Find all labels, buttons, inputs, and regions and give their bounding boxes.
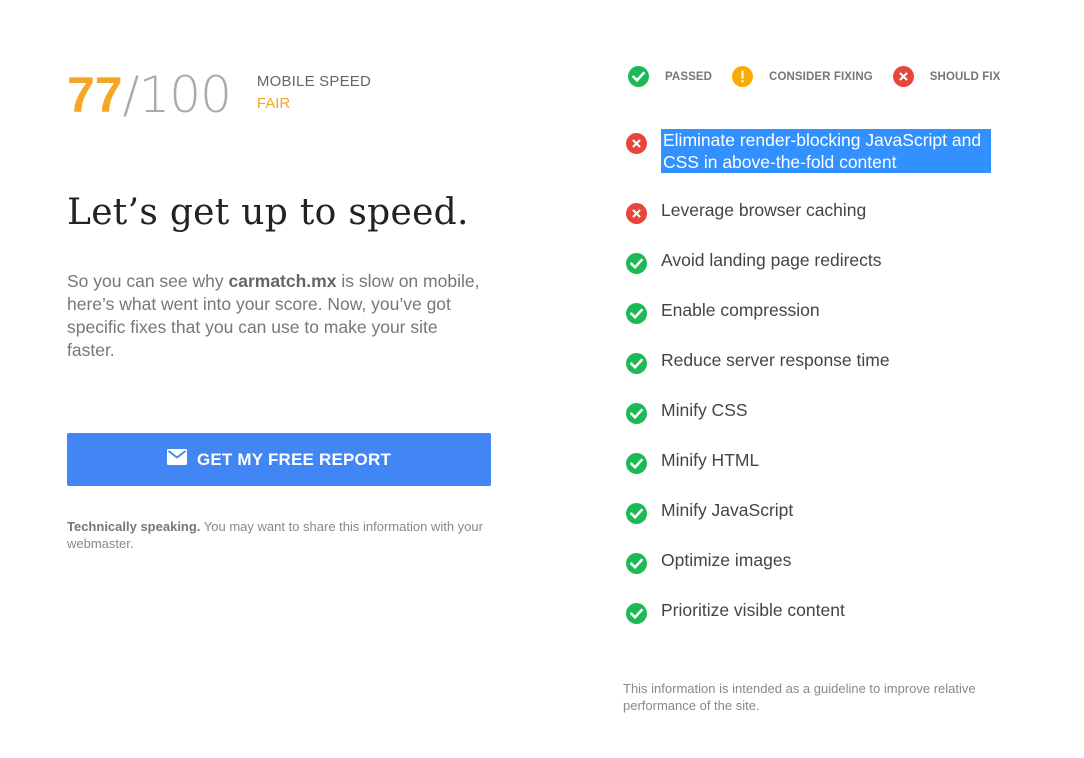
- x-circle-icon: [626, 133, 647, 154]
- check-circle-icon: [626, 303, 647, 324]
- legend-fix: SHOULD FIX: [892, 66, 1001, 87]
- check-circle-icon: [626, 403, 647, 424]
- legend-passed: PASSED: [628, 66, 712, 87]
- score-meta: MOBILE SPEED FAIR: [257, 73, 371, 112]
- check-circle-icon: [626, 503, 647, 524]
- technically-bold: Technically speaking.: [67, 519, 201, 534]
- score-rating: FAIR: [256, 95, 291, 112]
- rule-item[interactable]: Enable compression: [626, 299, 820, 324]
- legend-label: CONSIDER FIXING: [769, 70, 873, 83]
- rule-item[interactable]: Prioritize visible content: [626, 599, 845, 624]
- rule-text: Minify JavaScript: [661, 500, 794, 520]
- check-circle-icon: [626, 353, 647, 374]
- rule-text: Avoid landing page redirects: [661, 250, 882, 270]
- rule-text: Optimize images: [661, 550, 792, 570]
- check-circle-icon: [628, 66, 649, 87]
- page-headline: Let’s get up to speed.: [67, 192, 469, 233]
- legend-consider: CONSIDER FIXING: [732, 66, 873, 87]
- mail-icon: [166, 448, 187, 465]
- intro-pre: So you can see why: [67, 271, 229, 291]
- score-label: MOBILE SPEED: [256, 73, 372, 90]
- get-report-button[interactable]: GET MY FREE REPORT: [67, 433, 491, 486]
- rule-item[interactable]: Reduce server response time: [626, 349, 890, 374]
- rule-item[interactable]: Minify JavaScript: [626, 499, 793, 524]
- get-report-label: GET MY FREE REPORT: [196, 449, 392, 469]
- check-circle-icon: [626, 553, 647, 574]
- rule-text: Leverage browser caching: [661, 200, 867, 220]
- intro-site: carmatch.mx: [228, 271, 337, 291]
- rule-item[interactable]: Optimize images: [626, 549, 791, 574]
- rule-text: Minify HTML: [661, 450, 760, 470]
- x-circle-icon: [626, 203, 647, 224]
- legend-label: SHOULD FIX: [929, 70, 1001, 83]
- rule-item[interactable]: Minify CSS: [626, 399, 748, 424]
- rule-item[interactable]: Eliminate render-blocking JavaScript and…: [626, 129, 991, 173]
- technically-note: Technically speaking. You may want to sh…: [67, 518, 487, 552]
- check-circle-icon: [626, 603, 647, 624]
- rule-item[interactable]: Avoid landing page redirects: [626, 249, 882, 274]
- rule-item[interactable]: Minify HTML: [626, 449, 759, 474]
- score-block: 77 /100 MOBILE SPEED FAIR: [67, 66, 371, 124]
- check-circle-icon: [626, 253, 647, 274]
- status-legend: PASSED CONSIDER FIXING SHOULD FIX: [628, 66, 1020, 87]
- legend-label: PASSED: [665, 70, 713, 83]
- rule-text: Reduce server response time: [661, 350, 890, 370]
- rule-text: Enable compression: [661, 300, 820, 320]
- x-circle-icon: [892, 66, 914, 87]
- footnote: This information is intended as a guidel…: [623, 681, 976, 713]
- exclamation-circle-icon: [732, 66, 754, 87]
- intro-text: So you can see why carmatch.mx is slow o…: [67, 270, 487, 362]
- rule-text: Eliminate render-blocking JavaScript and…: [661, 129, 991, 173]
- check-circle-icon: [626, 453, 647, 474]
- rule-item[interactable]: Leverage browser caching: [626, 199, 866, 224]
- score-value: 77: [67, 67, 123, 123]
- rule-text: Minify CSS: [661, 400, 748, 420]
- rule-text: Prioritize visible content: [661, 600, 845, 620]
- score-max: /100: [122, 66, 232, 124]
